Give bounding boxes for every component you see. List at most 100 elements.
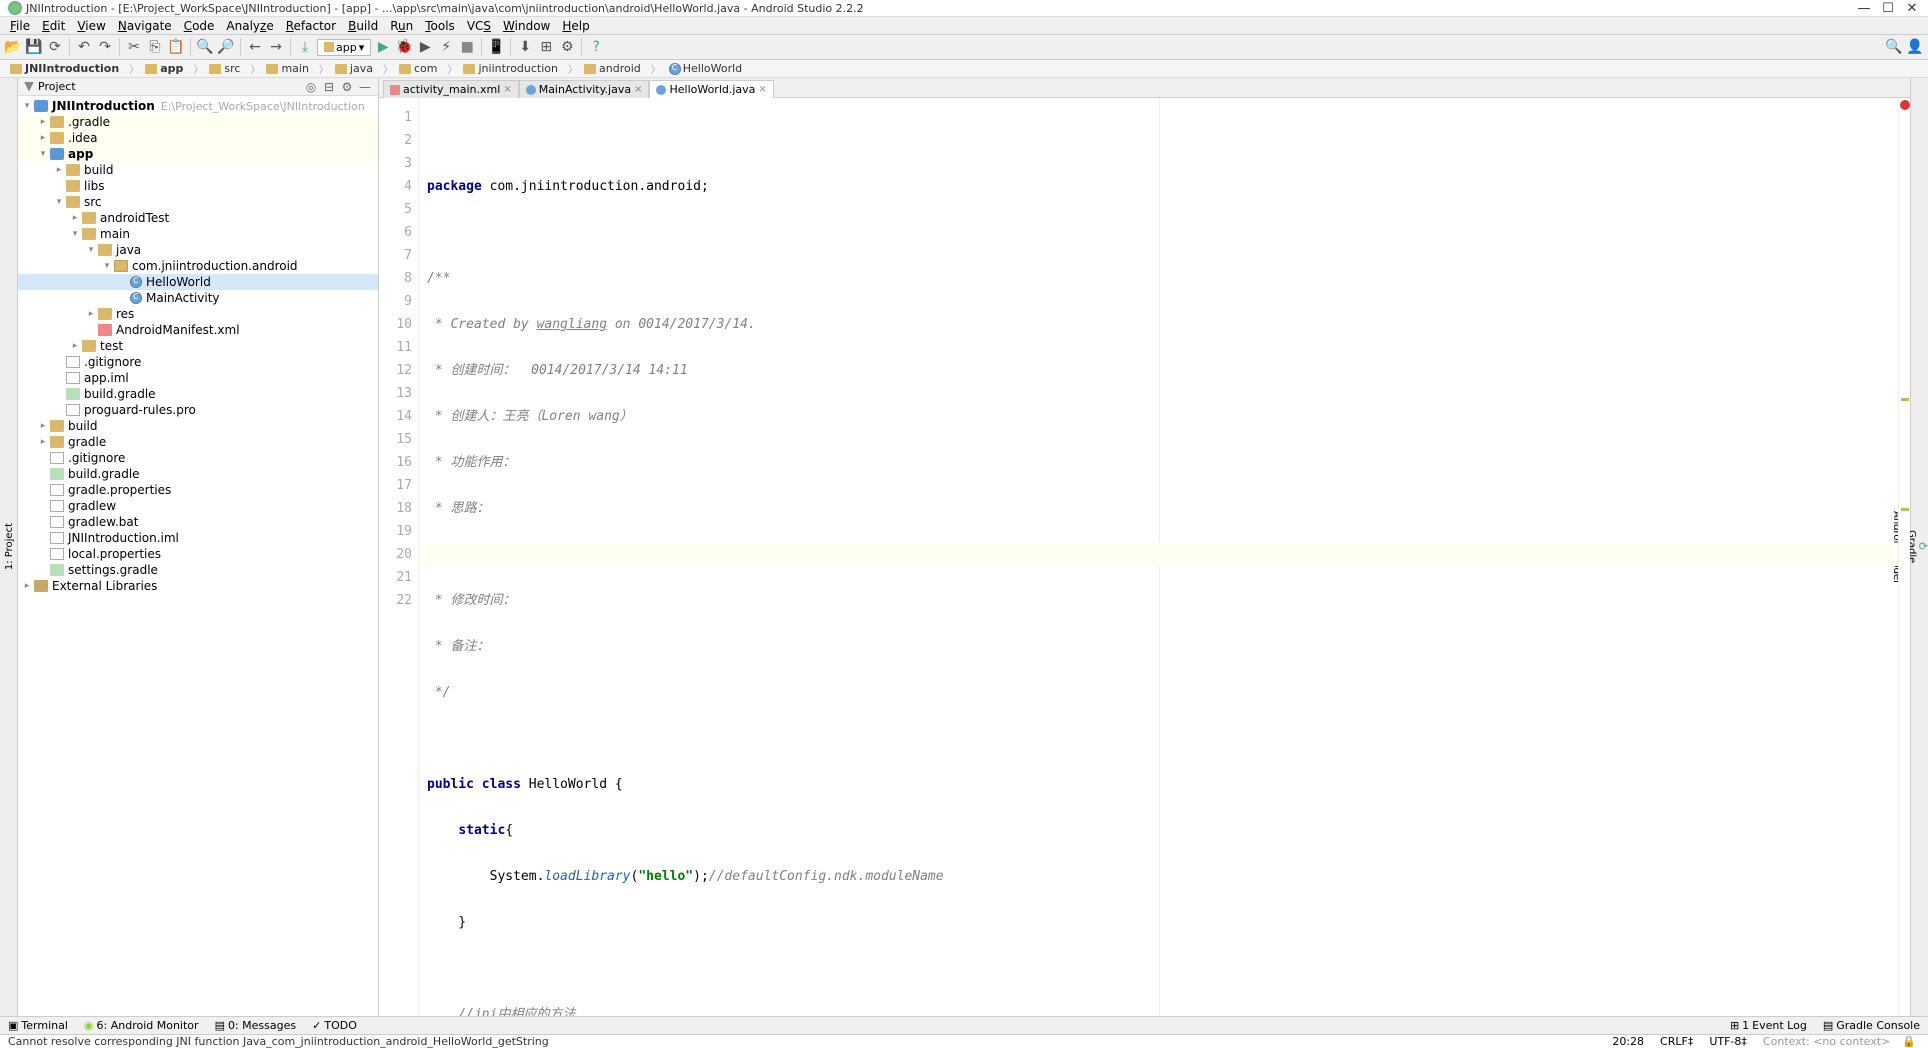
layout-icon[interactable]: ⊞ bbox=[537, 38, 555, 56]
paste-icon[interactable]: 📋 bbox=[167, 38, 185, 56]
expand-icon[interactable]: ▾ bbox=[70, 229, 80, 239]
expand-icon[interactable]: ▾ bbox=[38, 149, 48, 159]
breadcrumb-item[interactable]: com bbox=[379, 61, 444, 76]
line-number[interactable]: 20 bbox=[379, 543, 412, 566]
line-number[interactable]: 15 bbox=[379, 428, 412, 451]
tree-node[interactable]: ▸test bbox=[18, 338, 378, 354]
menu-vcs[interactable]: VCS bbox=[461, 19, 497, 33]
line-number[interactable]: 16 bbox=[379, 451, 412, 474]
find-icon[interactable]: 🔍 bbox=[196, 38, 214, 56]
attach-icon[interactable]: ⚡ bbox=[437, 38, 455, 56]
error-stripe[interactable] bbox=[1898, 98, 1910, 1016]
tree-node[interactable]: ▸res bbox=[18, 306, 378, 322]
code-body[interactable]: package com.jniintroduction.android; /**… bbox=[419, 98, 1898, 1016]
menu-analyze[interactable]: Analyze bbox=[220, 19, 279, 33]
help-icon[interactable]: ? bbox=[587, 38, 605, 56]
line-number[interactable]: 18 bbox=[379, 497, 412, 520]
line-number[interactable]: 13 bbox=[379, 382, 412, 405]
tree-node[interactable]: settings.gradle bbox=[18, 562, 378, 578]
menu-view[interactable]: View bbox=[71, 19, 111, 33]
tool-terminal[interactable]: ▣Terminal bbox=[0, 1019, 76, 1032]
close-tab-icon[interactable]: × bbox=[503, 84, 511, 95]
stop-icon[interactable]: ■ bbox=[458, 38, 476, 56]
project-panel-title[interactable]: Project bbox=[38, 80, 76, 93]
cursor-position[interactable]: 20:28 bbox=[1604, 1035, 1652, 1048]
tree-node[interactable]: libs bbox=[18, 178, 378, 194]
file-encoding[interactable]: UTF-8‡ bbox=[1701, 1035, 1755, 1048]
code-editor[interactable]: 12345678910111213141516171819202122 pack… bbox=[379, 98, 1910, 1016]
copy-icon[interactable]: ⎘ bbox=[146, 38, 164, 56]
close-tab-icon[interactable]: × bbox=[758, 84, 766, 95]
sync-icon[interactable]: ⟳ bbox=[46, 38, 64, 56]
tree-node[interactable]: .gitignore bbox=[18, 450, 378, 466]
tree-node[interactable]: gradlew.bat bbox=[18, 514, 378, 530]
tool-project[interactable]: 1: Project bbox=[2, 517, 17, 576]
tool-messages[interactable]: ▤0: Messages bbox=[207, 1019, 305, 1032]
save-icon[interactable]: 💾 bbox=[25, 38, 43, 56]
tree-node[interactable]: ▸androidTest bbox=[18, 210, 378, 226]
cut-icon[interactable]: ✂ bbox=[125, 38, 143, 56]
menu-build[interactable]: Build bbox=[342, 19, 384, 33]
line-number[interactable]: 1 bbox=[379, 106, 412, 129]
open-icon[interactable]: 📂 bbox=[4, 38, 22, 56]
warning-mark[interactable] bbox=[1901, 398, 1909, 401]
maximize-button[interactable]: ☐ bbox=[1876, 1, 1900, 16]
run-config-selector[interactable]: app ▾ bbox=[317, 39, 371, 56]
expand-icon[interactable]: ▸ bbox=[70, 213, 80, 223]
line-separator[interactable]: CRLF‡ bbox=[1652, 1035, 1701, 1048]
breadcrumb-item[interactable]: java bbox=[315, 61, 379, 76]
tree-node[interactable]: AndroidManifest.xml bbox=[18, 322, 378, 338]
tree-node[interactable]: local.properties bbox=[18, 546, 378, 562]
hide-icon[interactable]: — bbox=[358, 80, 372, 94]
expand-icon[interactable]: ▸ bbox=[38, 437, 48, 447]
project-tree[interactable]: ▾JNIIntroductionE:\Project_WorkSpace\JNI… bbox=[18, 96, 378, 1016]
tool-event-log[interactable]: ⊞1 Event Log bbox=[1722, 1019, 1815, 1032]
line-number[interactable]: 10 bbox=[379, 313, 412, 336]
menu-code[interactable]: Code bbox=[178, 19, 221, 33]
tree-node[interactable]: gradlew bbox=[18, 498, 378, 514]
tree-node[interactable]: build.gradle bbox=[18, 466, 378, 482]
tree-node[interactable]: ▸build bbox=[18, 162, 378, 178]
menu-edit[interactable]: Edit bbox=[36, 19, 71, 33]
make-project-icon[interactable]: ⤓ bbox=[296, 38, 314, 56]
breadcrumb-item[interactable]: HelloWorld bbox=[647, 61, 748, 76]
tool-todo[interactable]: ✓TODO bbox=[304, 1019, 365, 1032]
tree-node[interactable]: JNIIntroduction.iml bbox=[18, 530, 378, 546]
undo-icon[interactable]: ↶ bbox=[75, 38, 93, 56]
tree-node[interactable]: ▸External Libraries bbox=[18, 578, 378, 594]
tree-node[interactable]: ▾JNIIntroductionE:\Project_WorkSpace\JNI… bbox=[18, 98, 378, 114]
tree-node[interactable]: ▾app bbox=[18, 146, 378, 162]
expand-icon[interactable]: ▾ bbox=[22, 101, 32, 111]
line-number[interactable]: 8 bbox=[379, 267, 412, 290]
line-number[interactable]: 6 bbox=[379, 221, 412, 244]
line-number[interactable]: 12 bbox=[379, 359, 412, 382]
line-number[interactable]: 4 bbox=[379, 175, 412, 198]
minimize-button[interactable]: — bbox=[1852, 1, 1876, 16]
line-number[interactable]: 11 bbox=[379, 336, 412, 359]
tree-node[interactable]: .gitignore bbox=[18, 354, 378, 370]
line-number[interactable]: 21 bbox=[379, 566, 412, 589]
breadcrumb-item[interactable]: JNIIntroduction bbox=[6, 62, 125, 75]
tree-node[interactable]: app.iml bbox=[18, 370, 378, 386]
settings-icon[interactable]: ⚙ bbox=[558, 38, 576, 56]
replace-icon[interactable]: 🔎 bbox=[217, 38, 235, 56]
menu-help[interactable]: Help bbox=[556, 19, 595, 33]
collapse-all-icon[interactable]: ⊟ bbox=[322, 80, 336, 94]
tree-node[interactable]: ▸gradle bbox=[18, 434, 378, 450]
tool-structure[interactable]: 7: Structure bbox=[0, 511, 2, 582]
scroll-from-source-icon[interactable]: ◎ bbox=[304, 80, 318, 94]
tool-gradle-console[interactable]: ▤Gradle Console bbox=[1815, 1019, 1928, 1032]
lock-icon[interactable]: 🔒 bbox=[1898, 1035, 1920, 1048]
line-number[interactable]: 3 bbox=[379, 152, 412, 175]
line-number[interactable]: 17 bbox=[379, 474, 412, 497]
tree-node[interactable]: build.gradle bbox=[18, 386, 378, 402]
line-number[interactable]: 9 bbox=[379, 290, 412, 313]
expand-icon[interactable]: ▸ bbox=[70, 341, 80, 351]
editor-tab[interactable]: activity_main.xml× bbox=[383, 80, 519, 98]
back-icon[interactable]: ← bbox=[246, 38, 264, 56]
tree-node[interactable]: HelloWorld bbox=[18, 274, 378, 290]
tree-node[interactable]: ▾java bbox=[18, 242, 378, 258]
tree-node[interactable]: ▾com.jniintroduction.android bbox=[18, 258, 378, 274]
line-number[interactable]: 7 bbox=[379, 244, 412, 267]
expand-icon[interactable]: ▸ bbox=[38, 421, 48, 431]
